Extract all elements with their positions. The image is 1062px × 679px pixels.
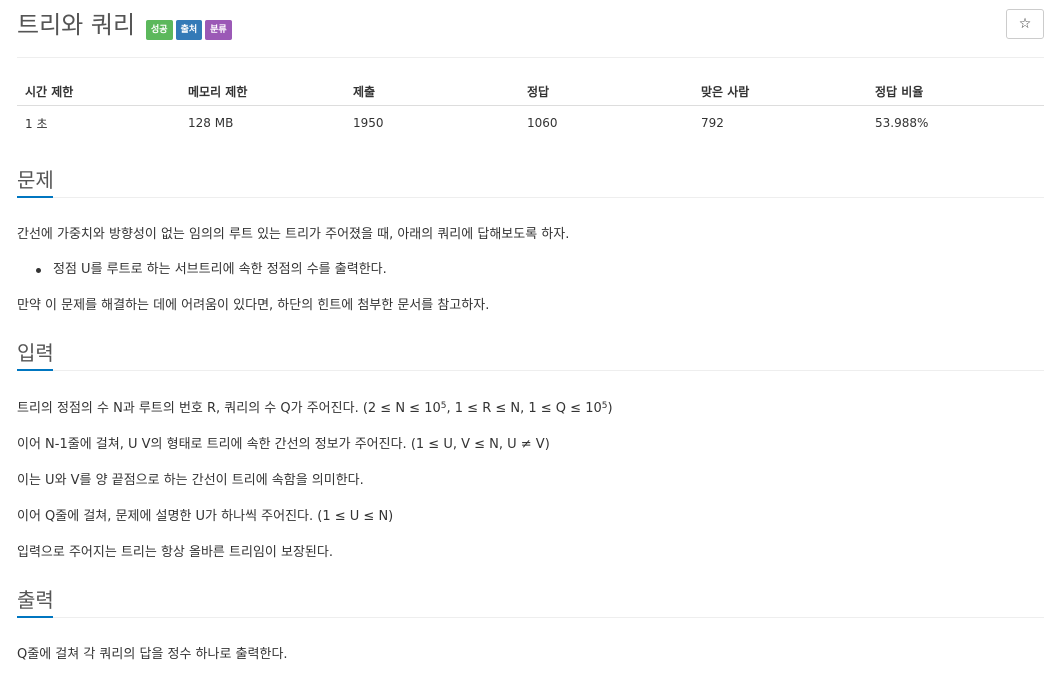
section-header: 문제 [17,167,1044,198]
section-divider [17,617,1044,618]
input-line-4: 이어 Q줄에 걸쳐, 문제에 설명한 U가 하나씩 주어진다. (1 ≤ U ≤… [17,509,394,524]
problem-bullet-item: 정점 U를 루트로 하는 서브트리에 속한 정점의 수를 출력한다. [53,262,387,277]
problem-info-table: 시간 제한 메모리 제한 제출 정답 맞은 사람 정답 비율 1 초 128 M… [17,78,1044,140]
accepted-value[interactable]: 1060 [519,106,693,141]
title-row: 트리와 쿼리 성공 출처 분류 ☆ [17,8,1044,48]
table-header-row: 시간 제한 메모리 제한 제출 정답 맞은 사람 정답 비율 [17,78,1044,106]
memory-limit-value: 128 MB [188,116,234,130]
section-divider [17,370,1044,371]
output-section: 출력 Q줄에 걸쳐 각 쿼리의 답을 정수 하나로 출력한다. [17,587,1044,662]
table-row: 1 초 128 MB 1950 1060 792 53.988% [17,106,1044,141]
problem-paragraph-1: 간선에 가중치와 방향성이 없는 임의의 루트 있는 트리가 주어졌을 때, 아… [17,227,570,242]
problem-paragraph-2: 만약 이 문제를 해결하는 데에 어려움이 있다면, 하단의 힌트에 첨부한 문… [17,298,490,313]
output-line-1: Q줄에 걸쳐 각 쿼리의 답을 정수 하나로 출력한다. [17,647,288,662]
section-divider [17,197,1044,198]
problem-description-section: 문제 간선에 가중치와 방향성이 없는 임의의 루트 있는 트리가 주어졌을 때… [17,167,1044,313]
bullet-icon [36,268,41,273]
section-accent [17,196,53,198]
page-title: 트리와 쿼리 [17,11,136,39]
submissions-value[interactable]: 1950 [345,106,519,141]
section-title-problem: 문제 [17,168,54,192]
input-line-3: 이는 U와 V를 양 끝점으로 하는 간선이 트리에 속함을 의미한다. [17,473,364,488]
section-header: 입력 [17,340,1044,371]
header-accept-ratio: 정답 비율 [867,78,1044,106]
input-line-2: 이어 N-1줄에 걸쳐, U V의 형태로 트리에 속한 간선의 정보가 주어진… [17,437,550,452]
accept-ratio-value: 53.988% [875,116,929,130]
section-accent [17,616,53,618]
input-line-1: 트리의 정점의 수 N과 루트의 번호 R, 쿼리의 수 Q가 주어진다. (2… [17,401,613,416]
badge-category[interactable]: 분류 [205,20,232,40]
section-header: 출력 [17,587,1044,618]
badge-source[interactable]: 출처 [175,20,203,40]
star-icon: ☆ [1018,16,1032,32]
solved-users-value[interactable]: 792 [693,106,867,141]
header-submissions: 제출 [345,78,519,106]
input-line-5: 입력으로 주어지는 트리는 항상 올바른 트리임이 보장된다. [17,545,333,560]
section-accent [17,369,53,371]
section-title-output: 출력 [17,588,54,612]
input-section: 입력 트리의 정점의 수 N과 루트의 번호 R, 쿼리의 수 Q가 주어진다.… [17,340,1044,560]
badge-success[interactable]: 성공 [146,20,173,40]
header-memory-limit: 메모리 제한 [180,78,345,106]
header-accepted: 정답 [519,78,693,106]
favorite-button[interactable]: ☆ [1006,9,1044,39]
header-time-limit: 시간 제한 [17,78,180,106]
title-divider [17,57,1044,58]
header-solved-users: 맞은 사람 [693,78,867,106]
time-limit-value: 1 초 [25,116,48,131]
section-title-input: 입력 [17,341,54,365]
badge-group: 성공 출처 분류 [146,20,232,40]
